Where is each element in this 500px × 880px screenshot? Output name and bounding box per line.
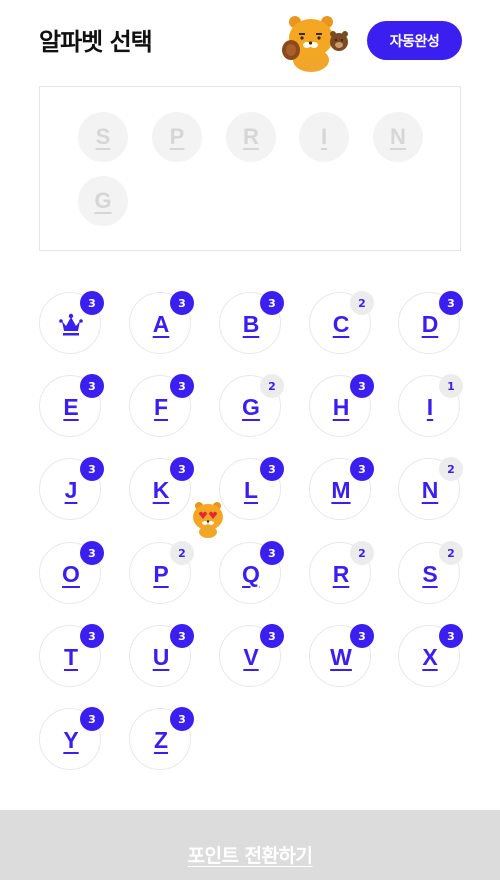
key-d[interactable]: D 3	[398, 291, 463, 354]
key-count-badge: 3	[170, 707, 194, 731]
key-b[interactable]: B 3	[219, 291, 284, 354]
key-count-badge: 3	[350, 374, 374, 398]
key-p[interactable]: P 2	[129, 541, 194, 604]
key-count-badge: 2	[439, 541, 463, 565]
heart-eyes-character-icon	[193, 502, 223, 538]
key-x[interactable]: X 3	[398, 624, 463, 687]
key-k[interactable]: K 3	[129, 457, 194, 520]
key-m[interactable]: M 3	[309, 457, 374, 520]
key-count-badge: 3	[80, 457, 104, 481]
key-j[interactable]: J 3	[39, 457, 104, 520]
key-count-badge: 3	[80, 624, 104, 648]
key-z[interactable]: Z 3	[129, 707, 194, 770]
key-count-badge: 3	[170, 291, 194, 315]
key-y[interactable]: Y 3	[39, 707, 104, 770]
key-count-badge: 3	[260, 624, 284, 648]
key-count-badge: 2	[350, 291, 374, 315]
key-count-badge: 3	[439, 291, 463, 315]
key-a[interactable]: A 3	[129, 291, 194, 354]
key-count-badge: 2	[350, 541, 374, 565]
key-count-badge: 3	[170, 624, 194, 648]
key-s[interactable]: S 2	[398, 541, 463, 604]
key-count-badge: 3	[350, 457, 374, 481]
key-count-badge: 3	[260, 541, 284, 565]
key-count-badge: 2	[170, 541, 194, 565]
key-count-badge: 2	[260, 374, 284, 398]
key-count-badge: 3	[80, 374, 104, 398]
key-count-badge: 2	[439, 457, 463, 481]
key-r[interactable]: R 2	[309, 541, 374, 604]
key-count-badge: 3	[80, 291, 104, 315]
key-i[interactable]: I 1	[398, 374, 463, 437]
key-count-badge: 3	[350, 624, 374, 648]
convert-points-button[interactable]: 포인트 전환하기	[0, 810, 500, 880]
key-w[interactable]: W 3	[309, 624, 374, 687]
key-crown[interactable]: 3	[39, 291, 104, 354]
key-q[interactable]: Q 3	[219, 541, 284, 604]
key-c[interactable]: C 2	[309, 291, 374, 354]
key-g[interactable]: G 2	[219, 374, 284, 437]
key-u[interactable]: U 3	[129, 624, 194, 687]
key-t[interactable]: T 3	[39, 624, 104, 687]
key-count-badge: 1	[439, 374, 463, 398]
key-count-badge: 3	[170, 457, 194, 481]
key-o[interactable]: O 3	[39, 541, 104, 604]
alphabet-grid: 3 A 3 B 3 C 2 D 3 E 3 F 3 G 2 H 3 I 1 J …	[0, 0, 500, 800]
convert-points-label: 포인트 전환하기	[187, 844, 313, 867]
key-count-badge: 3	[260, 457, 284, 481]
key-h[interactable]: H 3	[309, 374, 374, 437]
key-f[interactable]: F 3	[129, 374, 194, 437]
key-n[interactable]: N 2	[398, 457, 463, 520]
key-count-badge: 3	[80, 707, 104, 731]
key-e[interactable]: E 3	[39, 374, 104, 437]
key-count-badge: 3	[439, 624, 463, 648]
key-v[interactable]: V 3	[219, 624, 284, 687]
key-l[interactable]: L 3	[219, 457, 284, 520]
key-count-badge: 3	[260, 291, 284, 315]
key-count-badge: 3	[170, 374, 194, 398]
key-count-badge: 3	[80, 541, 104, 565]
